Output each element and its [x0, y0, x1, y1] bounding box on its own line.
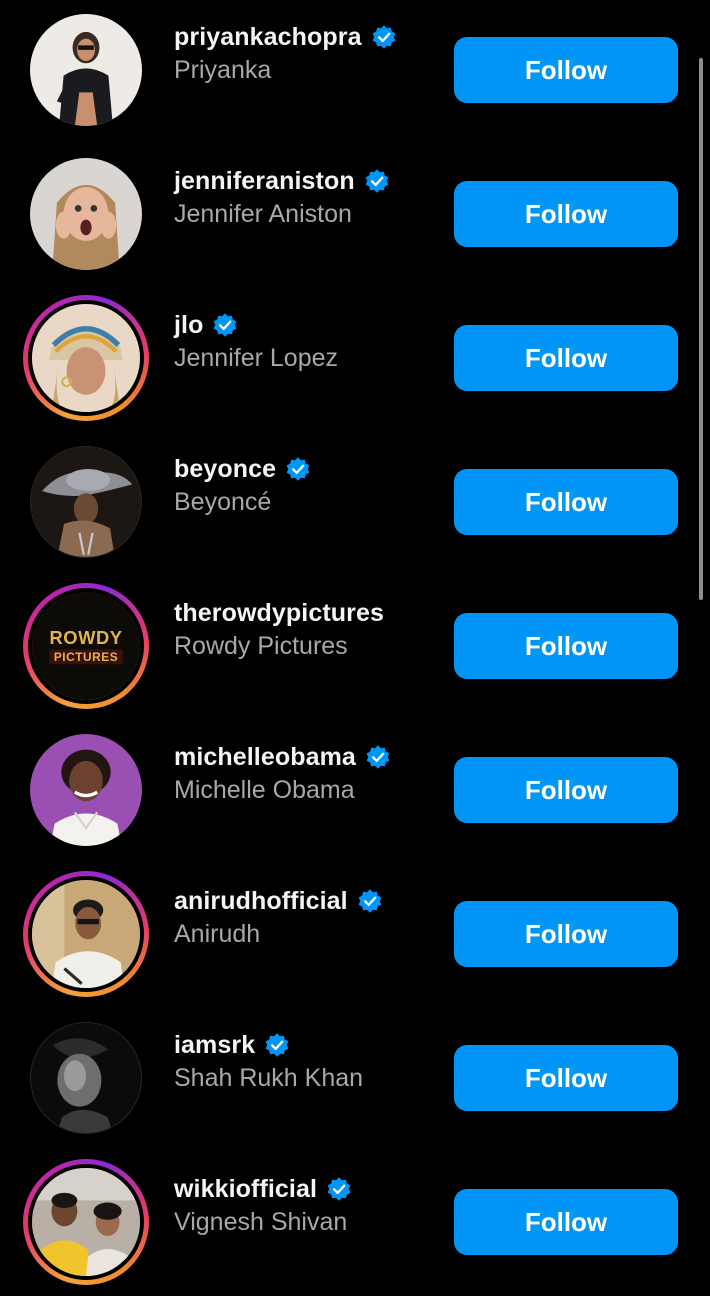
follow-button[interactable]: Follow: [454, 613, 678, 679]
profile-photo: ROWDY PICTURES: [28, 588, 144, 704]
username[interactable]: therowdypictures: [174, 599, 384, 628]
full-name: Rowdy Pictures: [174, 632, 348, 660]
full-name: Shah Rukh Khan: [174, 1064, 364, 1092]
username[interactable]: wikkiofficial: [174, 1175, 317, 1204]
profile-photo: [28, 300, 144, 416]
account-row-jenniferaniston[interactable]: jenniferaniston Jennifer Aniston Follow: [0, 144, 710, 288]
account-row-beyonce[interactable]: beyonce Beyoncé Follow: [0, 432, 710, 576]
scrollbar[interactable]: [699, 58, 703, 600]
full-name: Priyanka: [174, 56, 272, 84]
username[interactable]: priyankachopra: [174, 23, 362, 52]
svg-text:PICTURES: PICTURES: [54, 650, 118, 664]
verified-badge-icon: [371, 24, 397, 50]
profile-photo: [30, 158, 142, 270]
account-row-iamsrk[interactable]: iamsrk Shah Rukh Khan Follow: [0, 1008, 710, 1152]
account-row-therowdypictures[interactable]: ROWDY PICTURES therowdypictures Rowdy Pi…: [0, 576, 710, 720]
profile-avatar[interactable]: [30, 446, 142, 558]
verified-badge-icon: [326, 1176, 352, 1202]
follow-button[interactable]: Follow: [454, 469, 678, 535]
follow-button[interactable]: Follow: [454, 1045, 678, 1111]
profile-photo: [30, 734, 142, 846]
follow-button[interactable]: Follow: [454, 901, 678, 967]
rowdy-pictures-logo: ROWDY PICTURES: [32, 592, 140, 700]
username[interactable]: jenniferaniston: [174, 167, 355, 196]
account-row-jlo[interactable]: jlo Jennifer Lopez Follow: [0, 288, 710, 432]
verified-badge-icon: [285, 456, 311, 482]
story-ring[interactable]: [23, 1159, 149, 1285]
profile-avatar[interactable]: [30, 158, 142, 270]
profile-photo: [30, 14, 142, 126]
username[interactable]: iamsrk: [174, 1031, 255, 1060]
story-ring[interactable]: [23, 295, 149, 421]
username[interactable]: beyonce: [174, 455, 276, 484]
profile-photo: [31, 1023, 141, 1133]
full-name: Michelle Obama: [174, 776, 355, 804]
verified-badge-icon: [357, 888, 383, 914]
account-row-priyankachopra[interactable]: priyankachopra Priyanka Follow: [0, 0, 710, 144]
follow-button[interactable]: Follow: [454, 37, 678, 103]
follow-button[interactable]: Follow: [454, 757, 678, 823]
full-name: Vignesh Shivan: [174, 1208, 348, 1236]
story-ring[interactable]: [23, 871, 149, 997]
verified-badge-icon: [365, 744, 391, 770]
verified-badge-icon: [212, 312, 238, 338]
username[interactable]: anirudhofficial: [174, 887, 348, 916]
account-row-wikkiofficial[interactable]: wikkiofficial Vignesh Shivan Follow: [0, 1152, 710, 1296]
profile-photo: [31, 447, 141, 557]
full-name: Beyoncé: [174, 488, 272, 516]
username[interactable]: jlo: [174, 311, 203, 340]
follow-button[interactable]: Follow: [454, 1189, 678, 1255]
full-name: Anirudh: [174, 920, 261, 948]
profile-avatar[interactable]: [30, 14, 142, 126]
story-ring[interactable]: ROWDY PICTURES: [23, 583, 149, 709]
follow-button[interactable]: Follow: [454, 325, 678, 391]
account-row-anirudhofficial[interactable]: anirudhofficial Anirudh Follow: [0, 864, 710, 1008]
verified-badge-icon: [364, 168, 390, 194]
profile-avatar[interactable]: [30, 1022, 142, 1134]
account-row-michelleobama[interactable]: michelleobama Michelle Obama Follow: [0, 720, 710, 864]
follow-button[interactable]: Follow: [454, 181, 678, 247]
verified-badge-icon: [264, 1032, 290, 1058]
full-name: Jennifer Aniston: [174, 200, 352, 228]
profile-photo: [28, 1164, 144, 1280]
profile-avatar[interactable]: [30, 734, 142, 846]
username[interactable]: michelleobama: [174, 743, 356, 772]
svg-text:ROWDY: ROWDY: [49, 627, 122, 648]
full-name: Jennifer Lopez: [174, 344, 339, 372]
profile-photo: [28, 876, 144, 992]
